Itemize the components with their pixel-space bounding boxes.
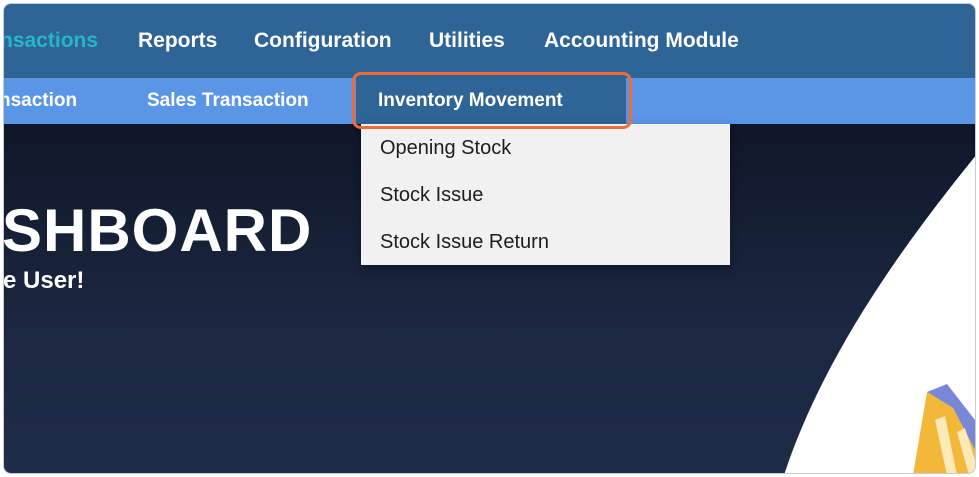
nav-utilities[interactable]: Utilities — [429, 4, 505, 78]
subnav-inventory-movement[interactable]: Inventory Movement — [356, 78, 626, 124]
sub-navigation-bar: nsaction Sales Transaction Inventory Mov… — [4, 78, 975, 124]
subnav-purchase-transaction[interactable]: nsaction — [4, 78, 77, 124]
inventory-illustration-icon — [913, 384, 975, 473]
browser-frame: nsactions Reports Configuration Utilitie… — [3, 3, 976, 474]
nav-reports[interactable]: Reports — [138, 4, 217, 78]
page-title: SHBOARD — [4, 197, 313, 264]
nav-transactions[interactable]: nsactions — [4, 4, 98, 78]
subnav-sales-transaction[interactable]: Sales Transaction — [147, 78, 309, 124]
welcome-text: e User! — [4, 267, 85, 294]
nav-accounting-module[interactable]: Accounting Module — [544, 4, 739, 78]
nav-configuration[interactable]: Configuration — [254, 4, 392, 78]
menu-item-stock-issue-return[interactable]: Stock Issue Return — [380, 219, 549, 266]
top-navigation-bar: nsactions Reports Configuration Utilitie… — [4, 4, 975, 78]
menu-item-stock-issue[interactable]: Stock Issue — [380, 172, 483, 219]
inventory-movement-dropdown: Opening Stock Stock Issue Stock Issue Re… — [361, 124, 730, 265]
menu-item-opening-stock[interactable]: Opening Stock — [380, 125, 511, 172]
